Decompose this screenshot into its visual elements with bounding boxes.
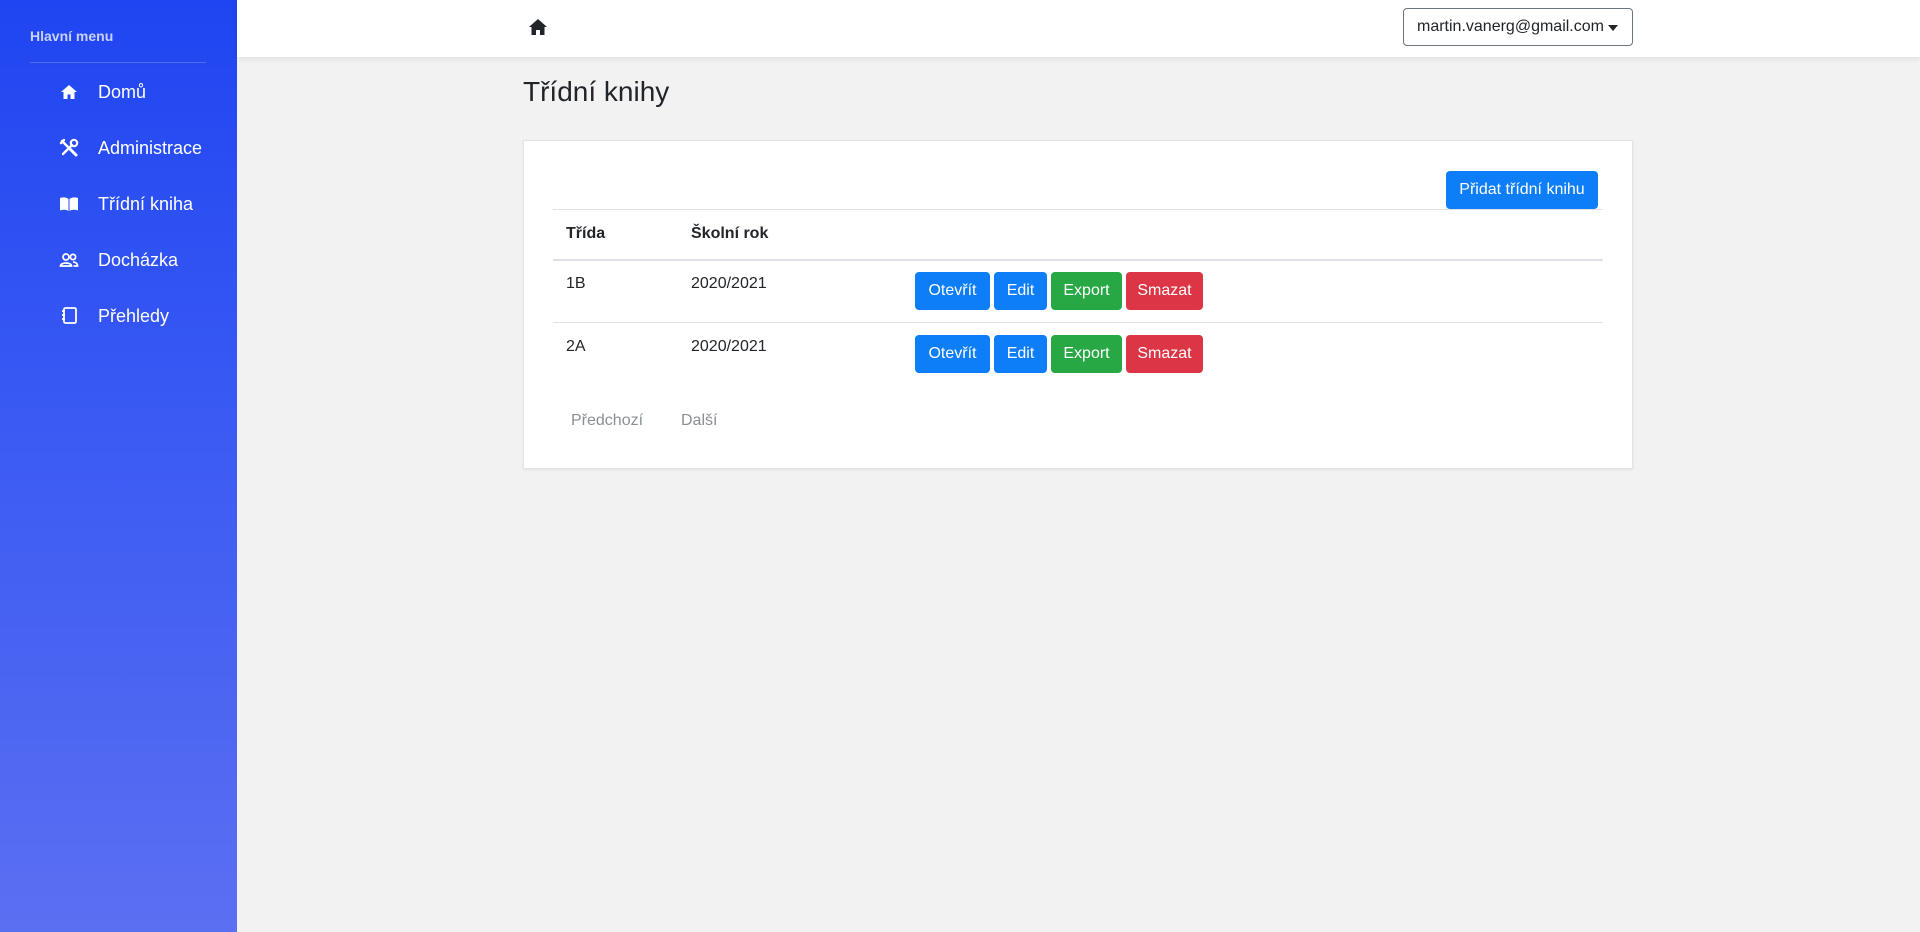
open-button[interactable]: Otevřít (915, 272, 990, 310)
cell-trida: 2A (566, 338, 586, 355)
sidebar-item-label: Docházka (98, 249, 179, 270)
column-header-skolni-rok: Školní rok (691, 225, 769, 242)
cell-skolni-rok: 2020/2021 (691, 338, 767, 355)
sidebar-item-dochazka[interactable]: Docházka (58, 240, 228, 280)
divider (553, 209, 1603, 210)
sidebar-item-label: Administrace (98, 137, 203, 158)
column-header-trida: Třída (566, 225, 606, 242)
sidebar-divider (30, 62, 206, 63)
home-icon[interactable] (528, 18, 548, 38)
book-icon (58, 193, 80, 215)
delete-button[interactable]: Smazat (1126, 272, 1203, 310)
tools-icon (58, 137, 80, 159)
delete-button[interactable]: Smazat (1126, 335, 1203, 373)
edit-button[interactable]: Edit (994, 335, 1047, 373)
add-classbook-button[interactable]: Přidat třídní knihu (1446, 171, 1598, 209)
open-button[interactable]: Otevřít (915, 335, 990, 373)
export-button[interactable]: Export (1051, 272, 1122, 310)
sidebar-item-label: Přehledy (98, 305, 170, 326)
edit-button[interactable]: Edit (994, 272, 1047, 310)
sidebar-item-label: Domů (98, 81, 147, 102)
sidebar-item-tridni-kniha[interactable]: Třídní kniha (58, 184, 228, 224)
table-header-divider (553, 259, 1603, 261)
sidebar-item-prehledy[interactable]: Přehledy (58, 296, 228, 336)
sidebar: Hlavní menu Domů Administrace Třídní kni… (0, 0, 237, 932)
home-icon (58, 81, 80, 103)
sidebar-heading: Hlavní menu (30, 28, 114, 44)
user-dropdown[interactable]: martin.vanerg@gmail.com (1403, 8, 1633, 46)
classbook-card: Přidat třídní knihu Třída Školní rok 1B … (523, 140, 1633, 469)
sidebar-item-label: Třídní kniha (98, 193, 194, 214)
topbar: martin.vanerg@gmail.com (237, 0, 1920, 57)
user-email: martin.vanerg@gmail.com (1417, 18, 1604, 35)
caret-down-icon (1608, 25, 1618, 31)
cell-trida: 1B (566, 275, 586, 292)
notebook-icon (58, 305, 80, 327)
sidebar-item-domu[interactable]: Domů (58, 72, 228, 112)
cell-skolni-rok: 2020/2021 (691, 275, 767, 292)
row-divider (553, 322, 1603, 323)
export-button[interactable]: Export (1051, 335, 1122, 373)
page-title: Třídní knihy (523, 76, 670, 107)
sidebar-item-administrace[interactable]: Administrace (58, 128, 228, 168)
pagination-next[interactable]: Další (681, 412, 717, 430)
pagination-prev[interactable]: Předchozí (571, 412, 643, 430)
users-icon (58, 249, 80, 271)
